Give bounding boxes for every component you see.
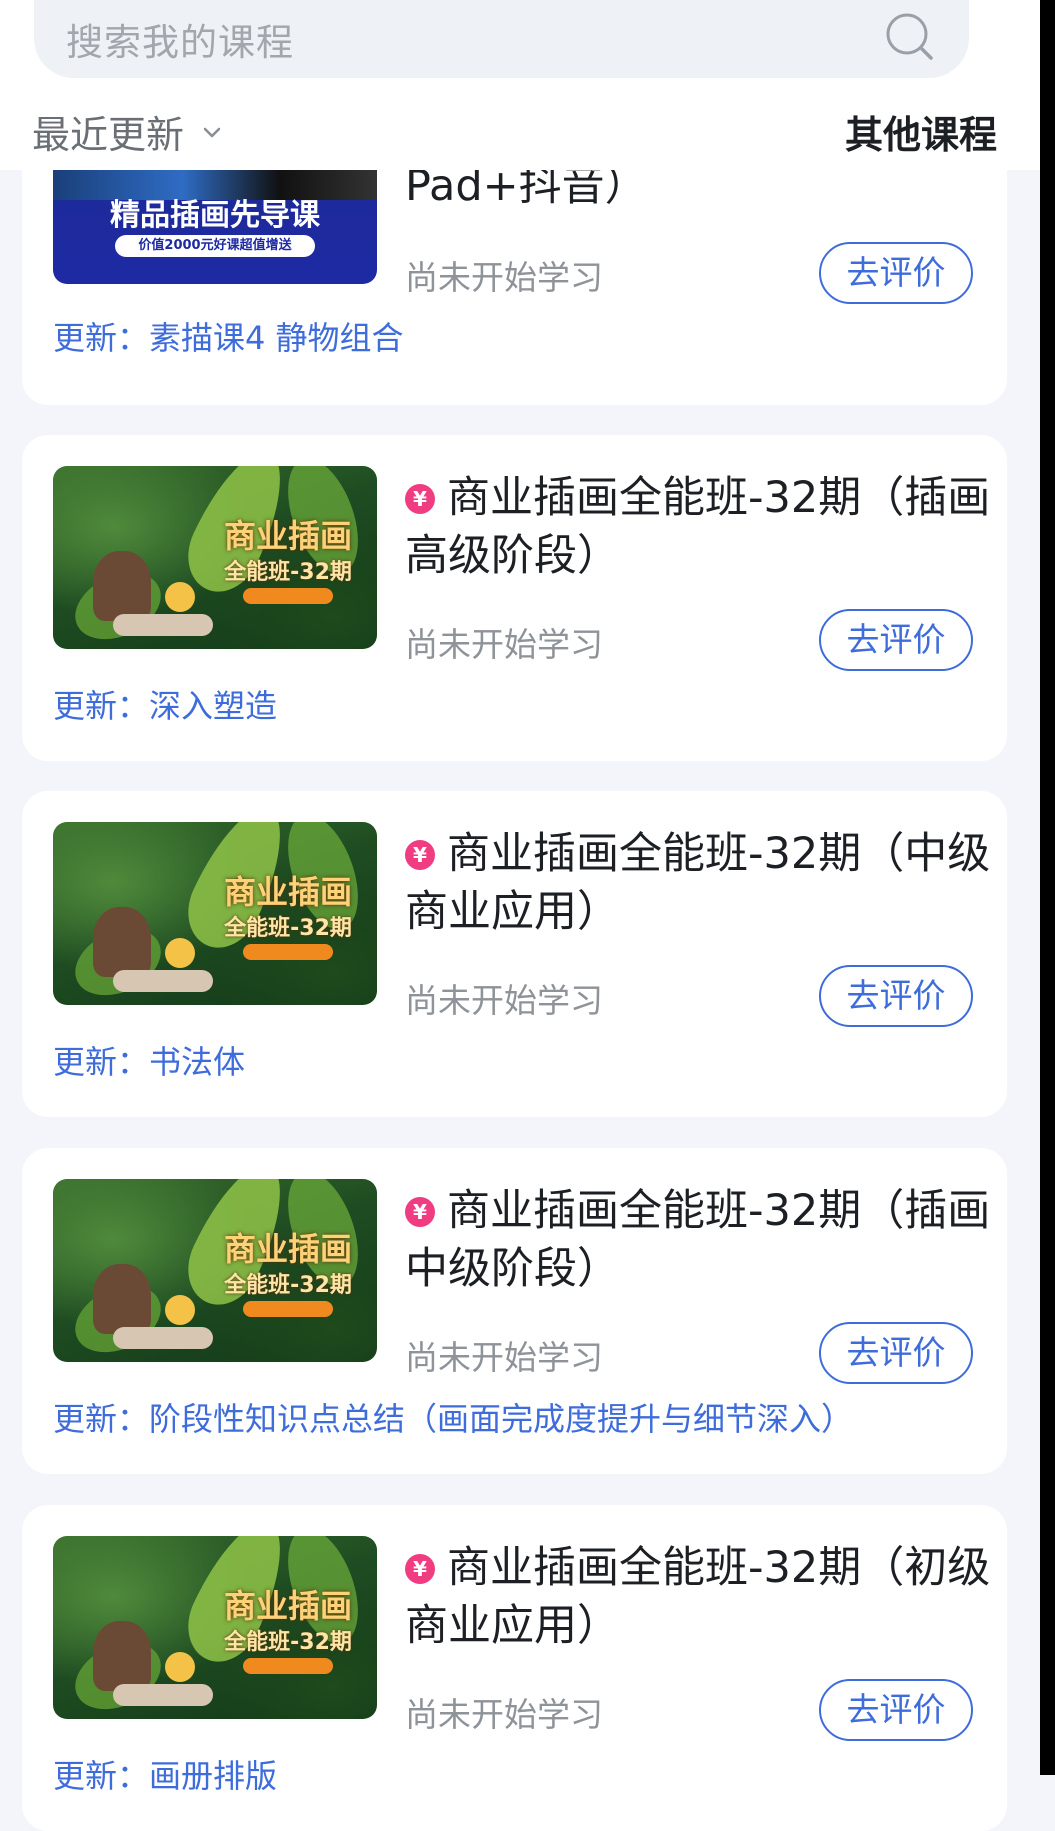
thumbnail-title: 精品插画先导课 xyxy=(110,198,320,233)
course-card[interactable]: 商业插画 全能班-32期 ¥ 商业插画全能班-32期（插画中级阶段） 尚未开始学习… xyxy=(22,1148,1007,1474)
course-card[interactable]: 商业插画 全能班-32期 ¥ 商业插画全能班-32期（插画高级阶段） 尚未开始学习… xyxy=(22,435,1007,761)
course-title-block[interactable]: ¥ 商业插画全能班-32期（插画中级阶段） xyxy=(405,1182,995,1298)
course-title: 商业插画全能班-32期（插画中级阶段） xyxy=(405,1186,991,1294)
search-bar[interactable]: 搜索我的课程 xyxy=(34,0,969,78)
thumbnail-subtitle: 全能班-32期 xyxy=(224,1273,352,1298)
course-update[interactable]: 更新：阶段性知识点总结（画面完成度提升与细节深入） xyxy=(53,1394,853,1440)
thumbnail-title: 商业插画 xyxy=(223,873,352,911)
course-update[interactable]: 更新：画册排版 xyxy=(53,1751,277,1797)
course-list-screen: 精品插画先导课 价值2000元好课超值增送 Pad+抖音） 尚未开始学习 去评价… xyxy=(0,0,1040,1831)
rate-button[interactable]: 去评价 xyxy=(819,1322,973,1384)
right-edge-bar xyxy=(1040,0,1055,1775)
paid-coin-icon: ¥ xyxy=(405,1197,435,1227)
course-title: 商业插画全能班-32期（初级商业应用） xyxy=(405,1543,991,1651)
thumbnail-title: 商业插画 xyxy=(223,1587,352,1625)
rate-button[interactable]: 去评价 xyxy=(819,1679,973,1741)
course-status: 尚未开始学习 xyxy=(405,1338,603,1377)
thumbnail-title: 商业插画 xyxy=(223,1230,352,1268)
course-status: 尚未开始学习 xyxy=(405,1695,603,1734)
course-title-block[interactable]: ¥ 商业插画全能班-32期（中级商业应用） xyxy=(405,825,995,941)
course-title-block[interactable]: ¥ 商业插画全能班-32期（插画高级阶段） xyxy=(405,469,995,585)
paid-coin-icon: ¥ xyxy=(405,1554,435,1584)
course-status: 尚未开始学习 xyxy=(405,625,603,664)
course-title-block[interactable]: ¥ 商业插画全能班-32期（初级商业应用） xyxy=(405,1539,995,1655)
thumbnail-title: 商业插画 xyxy=(223,517,352,555)
thumbnail-subtitle: 价值2000元好课超值增送 xyxy=(115,235,315,257)
course-update[interactable]: 更新：素描课4 静物组合 xyxy=(53,313,404,359)
sort-label: 最近更新 xyxy=(32,113,185,157)
course-update[interactable]: 更新：深入塑造 xyxy=(53,681,277,727)
chevron-down-icon xyxy=(203,127,221,137)
other-courses-link[interactable]: 其他课程 xyxy=(845,104,997,159)
thumbnail-subtitle: 全能班-32期 xyxy=(224,916,352,941)
course-update[interactable]: 更新：书法体 xyxy=(53,1037,245,1083)
course-title: 商业插画全能班-32期（插画高级阶段） xyxy=(405,473,991,581)
top-header: 搜索我的课程 最近更新 其他课程 xyxy=(0,0,1040,170)
paid-coin-icon: ¥ xyxy=(405,484,435,514)
thumbnail-subtitle: 全能班-32期 xyxy=(224,1630,352,1655)
course-title: 商业插画全能班-32期（中级商业应用） xyxy=(405,829,991,937)
course-thumbnail[interactable]: 商业插画 全能班-32期 xyxy=(53,466,377,649)
course-status: 尚未开始学习 xyxy=(405,258,603,297)
thumbnail-subtitle: 全能班-32期 xyxy=(224,560,352,585)
paid-coin-icon: ¥ xyxy=(405,840,435,870)
rate-button[interactable]: 去评价 xyxy=(819,242,973,304)
rate-button[interactable]: 去评价 xyxy=(819,965,973,1027)
search-input[interactable]: 搜索我的课程 xyxy=(66,12,294,66)
search-icon[interactable] xyxy=(881,8,937,64)
sort-dropdown[interactable]: 最近更新 xyxy=(32,104,222,159)
course-thumbnail[interactable]: 商业插画 全能班-32期 xyxy=(53,1179,377,1362)
course-status: 尚未开始学习 xyxy=(405,981,603,1020)
rate-button[interactable]: 去评价 xyxy=(819,609,973,671)
course-thumbnail[interactable]: 商业插画 全能班-32期 xyxy=(53,1536,377,1719)
course-card[interactable]: 商业插画 全能班-32期 ¥ 商业插画全能班-32期（初级商业应用） 尚未开始学习… xyxy=(22,1505,1007,1831)
course-card[interactable]: 商业插画 全能班-32期 ¥ 商业插画全能班-32期（中级商业应用） 尚未开始学习… xyxy=(22,791,1007,1117)
course-thumbnail[interactable]: 商业插画 全能班-32期 xyxy=(53,822,377,1005)
